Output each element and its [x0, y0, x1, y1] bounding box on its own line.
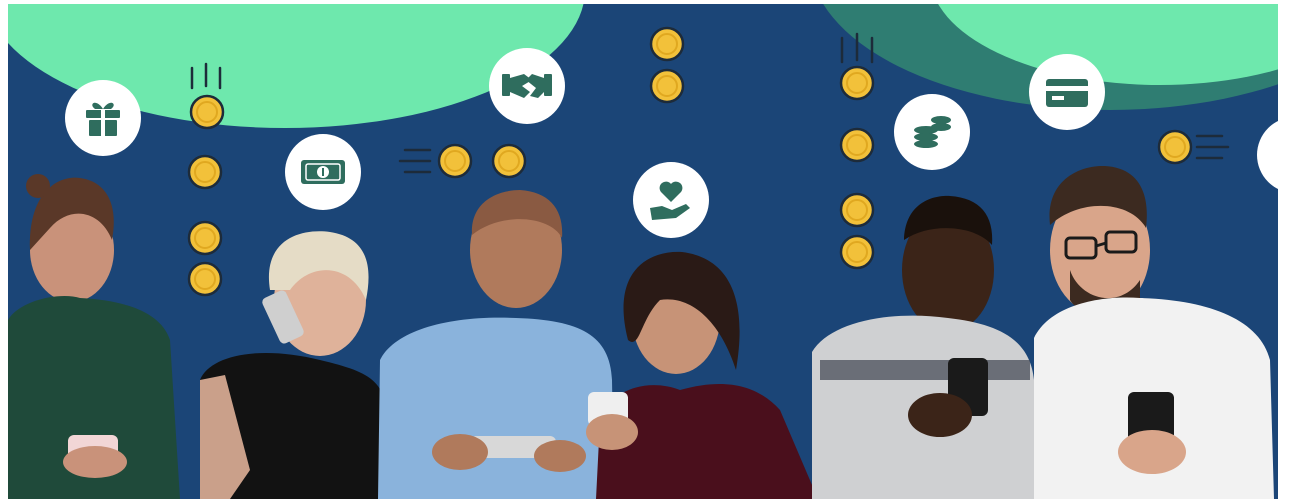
heart-hand-badge: [633, 162, 709, 238]
coin: [839, 192, 875, 228]
coins-stack-badge: [894, 94, 970, 170]
banknote-icon: [301, 160, 345, 184]
credit-card-badge: [1029, 54, 1105, 130]
gift-badge: [65, 80, 141, 156]
coin: [189, 94, 225, 130]
coin: [187, 220, 223, 256]
hero-illustration: [8, 4, 1278, 499]
coin: [839, 234, 875, 270]
coin: [839, 65, 875, 101]
handshake-badge: [489, 48, 565, 124]
coin: [437, 143, 473, 179]
coin: [187, 154, 223, 190]
coin: [649, 68, 685, 104]
coin: [491, 143, 527, 179]
coin: [839, 127, 875, 163]
coin: [187, 261, 223, 297]
coin: [649, 26, 685, 62]
coin: [1157, 129, 1193, 165]
banknote-badge: [285, 134, 361, 210]
credit-card-icon: [1046, 79, 1088, 107]
